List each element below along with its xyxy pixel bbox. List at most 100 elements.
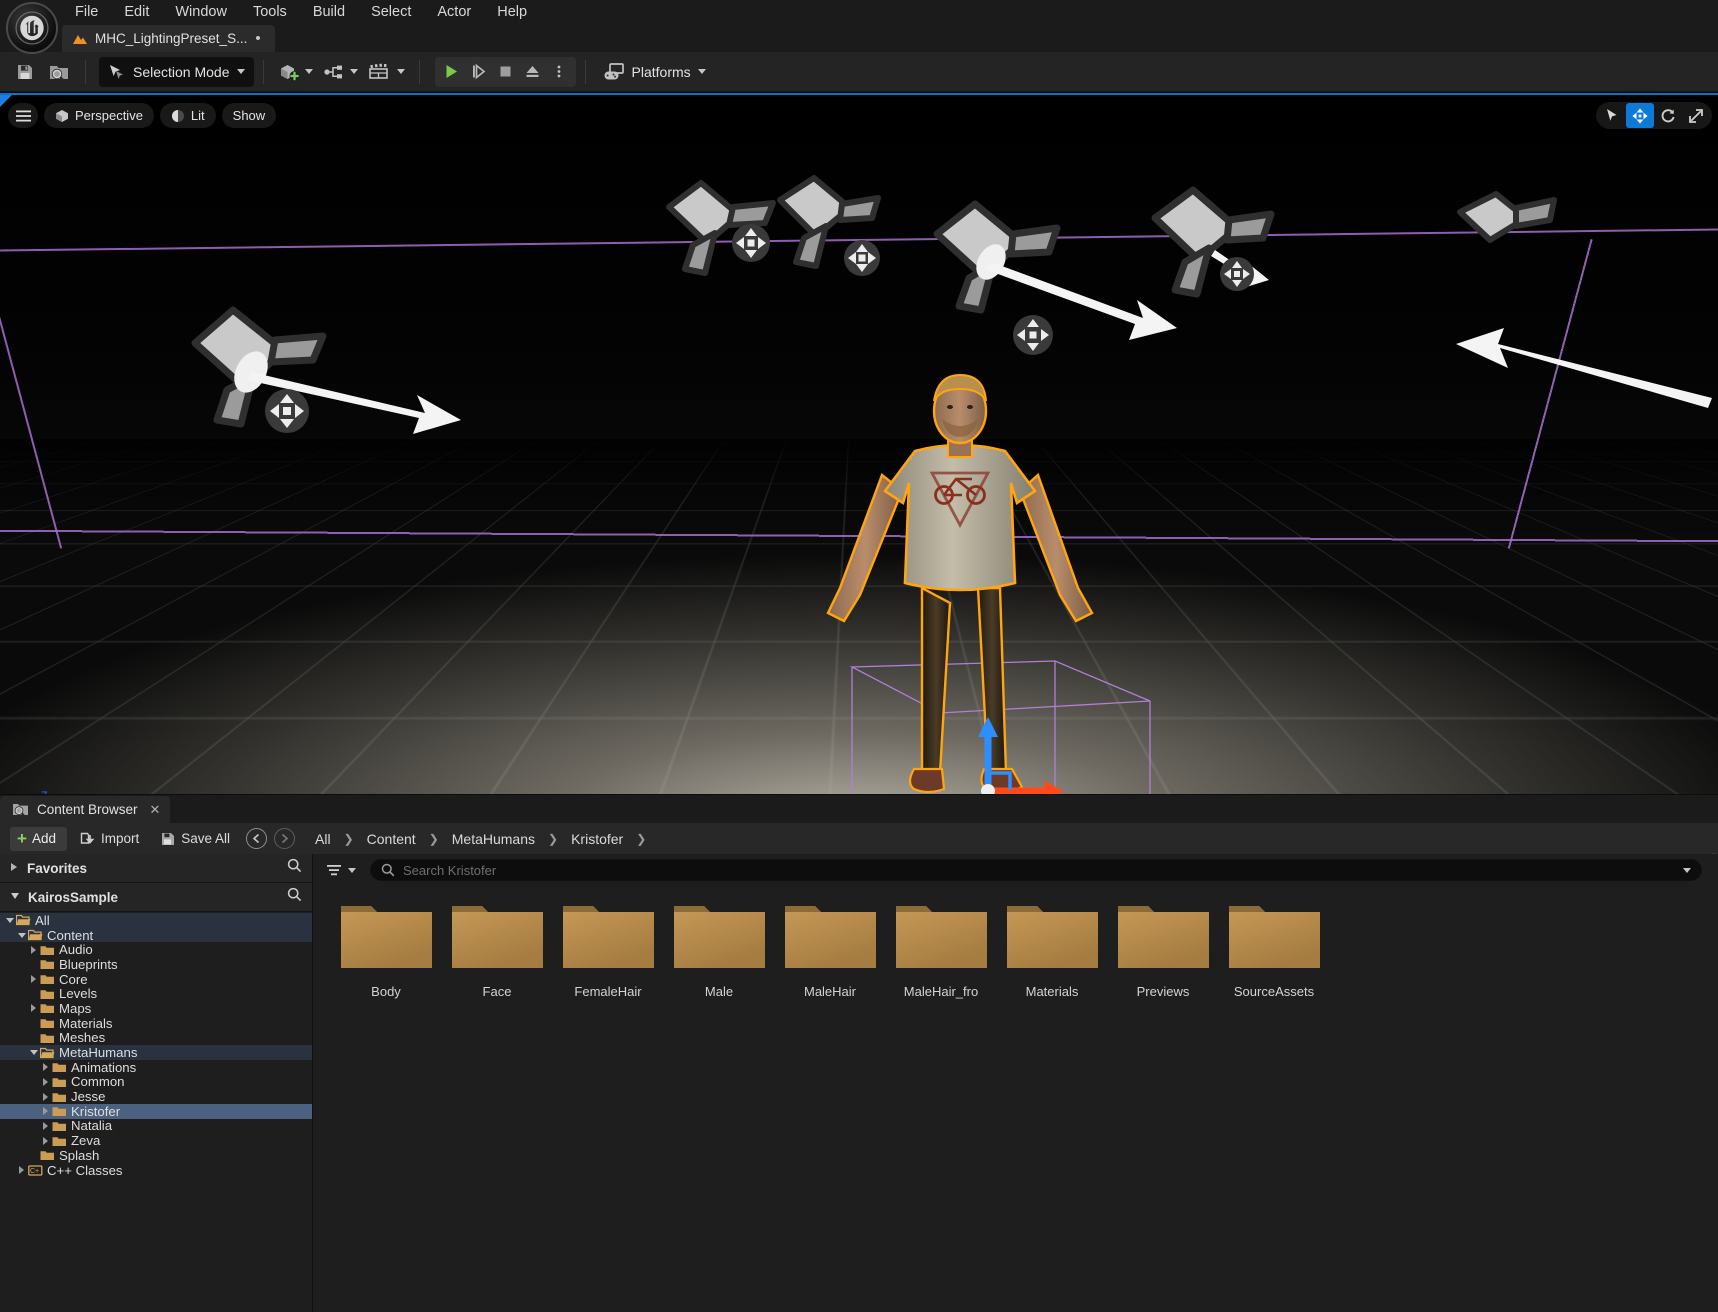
viewport-show-button[interactable]: Show — [221, 103, 277, 128]
chevron-right-icon[interactable] — [28, 1003, 39, 1014]
folder-tile-materials[interactable]: Materials — [997, 900, 1107, 999]
tree-item-metahumans[interactable]: MetaHumans — [0, 1045, 312, 1060]
light-actor-5[interactable] — [1145, 186, 1365, 328]
folder-tile-malehair[interactable]: MaleHair — [775, 900, 885, 999]
chevron-right-icon[interactable] — [40, 1076, 51, 1087]
tree-item-levels[interactable]: Levels — [0, 986, 312, 1001]
breadcrumb-all[interactable]: All — [311, 830, 335, 848]
menu-build[interactable]: Build — [300, 0, 358, 24]
tree-item-meshes[interactable]: Meshes — [0, 1030, 312, 1045]
folder-icon — [40, 975, 54, 985]
light-actor-3[interactable] — [770, 175, 910, 308]
tree-item-label: Core — [59, 971, 88, 987]
search-assets-box[interactable]: Search Kristofer — [370, 859, 1702, 881]
menu-select[interactable]: Select — [358, 0, 424, 24]
filters-button[interactable] — [323, 858, 360, 882]
light-actor-1[interactable] — [175, 298, 465, 448]
add-actor-button[interactable] — [273, 57, 318, 87]
viewport-perspective-button[interactable]: Perspective — [44, 103, 154, 128]
tree-item-materials[interactable]: Materials — [0, 1016, 312, 1031]
project-section-header[interactable]: KairosSample — [0, 883, 312, 912]
play-button[interactable] — [438, 59, 465, 85]
tree-item-jesse[interactable]: Jesse — [0, 1089, 312, 1104]
breadcrumb-content[interactable]: Content — [363, 830, 420, 848]
menu-tools[interactable]: Tools — [240, 0, 300, 24]
breadcrumb-kristofer[interactable]: Kristofer — [567, 830, 627, 848]
chevron-right-icon[interactable] — [28, 944, 39, 955]
save-all-button[interactable]: Save All — [152, 827, 239, 851]
chevron-down-icon[interactable] — [1683, 867, 1691, 873]
play-options-button[interactable] — [546, 59, 573, 85]
tab-content-browser[interactable]: Content Browser ✕ — [0, 796, 171, 823]
forward-button[interactable] — [274, 828, 296, 849]
add-button[interactable]: + Add — [10, 826, 67, 851]
folder-tile-femalehair[interactable]: FemaleHair — [553, 900, 663, 999]
tree-item-kristofer[interactable]: Kristofer — [0, 1104, 312, 1119]
tab-level-editor[interactable]: MHC_LightingPreset_S... • — [62, 25, 275, 52]
tree-item-audio[interactable]: Audio — [0, 942, 312, 957]
tree-item-blueprints[interactable]: Blueprints — [0, 957, 312, 972]
scale-icon — [1689, 108, 1703, 123]
folder-tile-body[interactable]: Body — [331, 900, 441, 999]
menu-file[interactable]: File — [62, 0, 111, 24]
import-button[interactable]: Import — [71, 827, 148, 851]
chevron-right-icon[interactable] — [40, 1135, 51, 1146]
blueprints-button[interactable] — [318, 57, 363, 87]
cinematics-button[interactable] — [363, 57, 410, 87]
folder-tile-male[interactable]: Male — [664, 900, 774, 999]
tree-item-animations[interactable]: Animations — [0, 1060, 312, 1075]
project-search-icon[interactable] — [287, 887, 302, 907]
level-viewport[interactable]: Perspective Lit Show — [0, 92, 1718, 845]
folder-tile-sourceassets[interactable]: SourceAssets — [1219, 900, 1329, 999]
favorites-section-header[interactable]: Favorites — [0, 854, 312, 883]
chevron-right-icon[interactable] — [40, 1120, 51, 1131]
close-icon[interactable]: ✕ — [150, 802, 161, 818]
rotate-mode-button[interactable] — [1654, 103, 1682, 128]
stop-button[interactable] — [492, 59, 519, 85]
tree-item-content[interactable]: Content — [0, 928, 312, 943]
platforms-button[interactable]: Platforms — [595, 57, 714, 87]
chevron-right-icon[interactable] — [40, 1091, 51, 1102]
eject-button[interactable] — [519, 59, 546, 85]
menu-window[interactable]: Window — [162, 0, 240, 24]
tree-item-core[interactable]: Core — [0, 972, 312, 987]
tree-item-c-classes[interactable]: C+ C++ Classes — [0, 1163, 312, 1178]
tree-item-natalia[interactable]: Natalia — [0, 1118, 312, 1133]
search-input[interactable]: Search Kristofer — [403, 863, 1683, 878]
tree-item-all[interactable]: All — [0, 913, 312, 928]
browse-content-button[interactable] — [42, 57, 76, 87]
chevron-right-icon[interactable] — [40, 1062, 51, 1073]
move-mode-button[interactable] — [1626, 103, 1654, 128]
scale-mode-button[interactable] — [1682, 103, 1710, 128]
tree-item-zeva[interactable]: Zeva — [0, 1133, 312, 1148]
favorites-search-icon[interactable] — [287, 858, 302, 878]
tree-item-splash[interactable]: Splash — [0, 1148, 312, 1163]
folder-tile-previews[interactable]: Previews — [1108, 900, 1218, 999]
tree-item-maps[interactable]: Maps — [0, 1001, 312, 1016]
folder-tile-face[interactable]: Face — [442, 900, 552, 999]
selection-mode-label: Selection Mode — [133, 63, 230, 80]
chevron-down-icon[interactable] — [28, 1047, 39, 1058]
menu-edit[interactable]: Edit — [111, 0, 162, 24]
chevron-down-icon[interactable] — [4, 915, 15, 926]
light-actor-6[interactable] — [1440, 188, 1718, 418]
save-button[interactable] — [8, 57, 42, 87]
breadcrumb-metahumans[interactable]: MetaHumans — [448, 830, 539, 848]
chevron-right-icon[interactable] — [40, 1106, 51, 1117]
select-mode-button[interactable] — [1598, 103, 1626, 128]
selection-mode-button[interactable]: Selection Mode — [99, 56, 254, 87]
folder-tile-malehair_fro[interactable]: MaleHair_fro — [886, 900, 996, 999]
cpp-folder-icon: C+ — [28, 1165, 43, 1176]
skip-icon — [472, 63, 485, 80]
viewport-lit-button[interactable]: Lit — [159, 103, 216, 128]
chevron-right-icon[interactable] — [28, 974, 39, 985]
skip-button[interactable] — [465, 59, 492, 85]
unreal-engine-logo-button[interactable] — [6, 2, 58, 54]
back-button[interactable] — [246, 828, 268, 849]
tree-item-common[interactable]: Common — [0, 1074, 312, 1089]
chevron-down-icon[interactable] — [16, 930, 27, 941]
menu-actor[interactable]: Actor — [424, 0, 484, 24]
menu-help[interactable]: Help — [484, 0, 540, 24]
viewport-menu-button[interactable] — [8, 103, 38, 128]
chevron-right-icon[interactable] — [16, 1165, 27, 1176]
